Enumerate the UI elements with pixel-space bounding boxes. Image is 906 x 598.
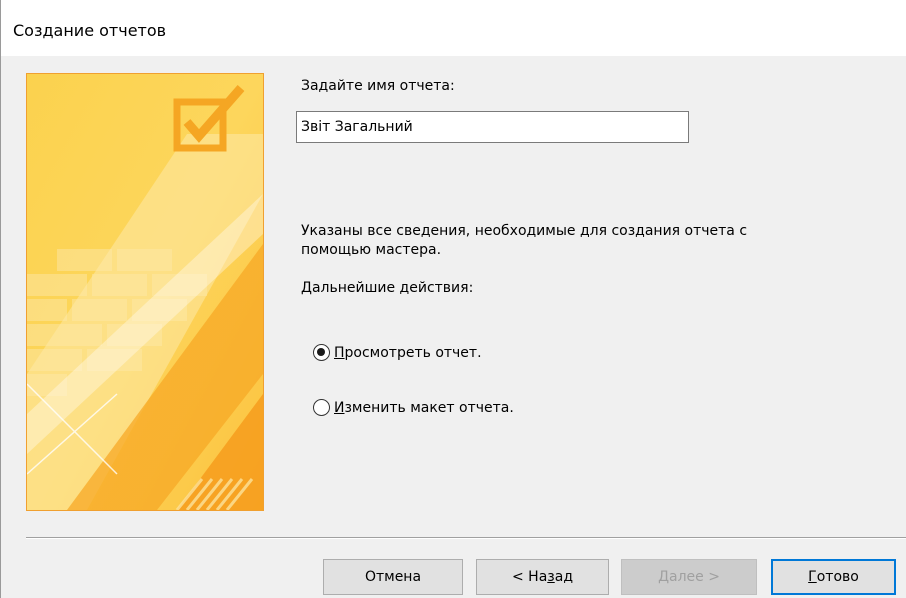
option-preview-report[interactable]: Просмотреть отчет. bbox=[313, 344, 482, 361]
wizard-illustration bbox=[26, 73, 264, 511]
button-separator bbox=[26, 537, 906, 539]
report-name-label: Задайте имя отчета: bbox=[301, 78, 455, 94]
report-name-input[interactable] bbox=[296, 111, 689, 143]
report-wizard-dialog: Создание отчетов Задайте имя отчета: Зві… bbox=[0, 0, 906, 598]
next-actions-label: Дальнейшие действия: bbox=[301, 280, 474, 296]
finish-button[interactable]: Готово bbox=[771, 559, 896, 595]
option-modify-label: Изменить макет отчета. bbox=[334, 399, 514, 416]
option-preview-label: Просмотреть отчет. bbox=[334, 344, 482, 361]
radio-modify[interactable] bbox=[313, 399, 330, 416]
next-button: Далее > bbox=[621, 559, 757, 595]
option-modify-layout[interactable]: Изменить макет отчета. bbox=[313, 399, 514, 416]
info-text-line-1: Указаны все сведения, необходимые для со… bbox=[301, 223, 748, 239]
radio-preview[interactable] bbox=[313, 344, 330, 361]
cancel-button[interactable]: Отмена bbox=[323, 559, 463, 595]
title-bar: Создание отчетов bbox=[1, 0, 906, 56]
wizard-checkbox-illustration-icon bbox=[27, 74, 263, 510]
window-title: Создание отчетов bbox=[13, 21, 167, 40]
back-button[interactable]: < Назад bbox=[476, 559, 609, 595]
info-text-line-2: помощью мастера. bbox=[301, 242, 442, 258]
